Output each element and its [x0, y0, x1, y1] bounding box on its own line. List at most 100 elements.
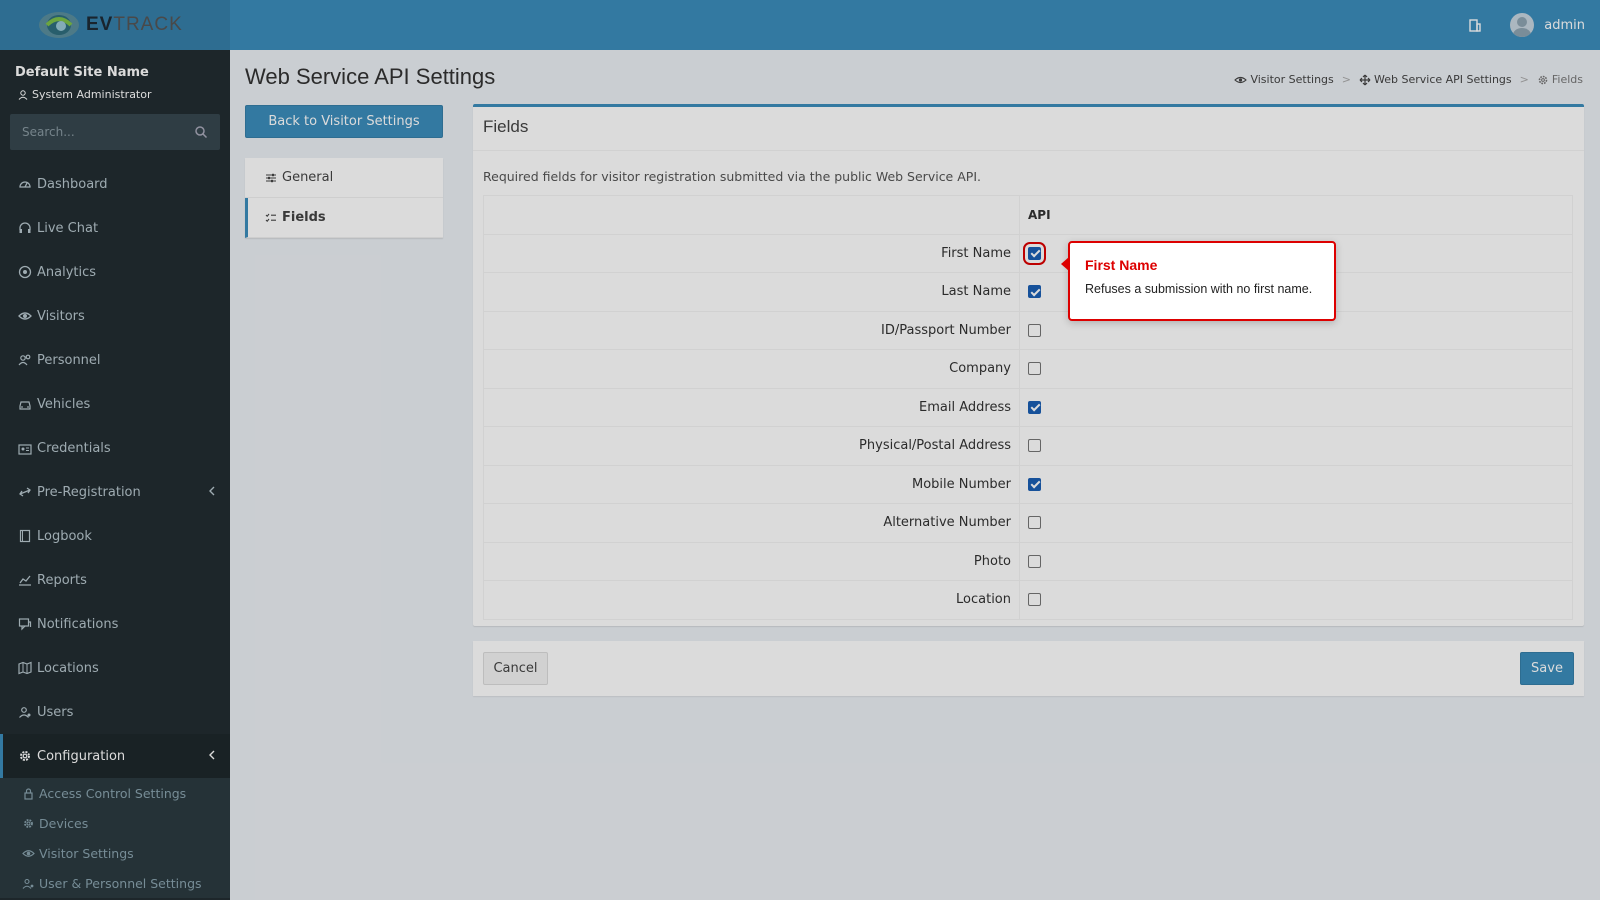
logo-text: EVTRACK — [86, 14, 183, 35]
field-label: Photo — [483, 541, 1020, 581]
search-input[interactable] — [22, 125, 182, 139]
chat-icon — [18, 618, 32, 631]
user-menu[interactable]: admin — [1510, 13, 1585, 37]
save-button[interactable]: Save — [1520, 652, 1574, 685]
table-row: First Name — [483, 233, 1573, 273]
sidebar-item-pre-registration[interactable]: Pre-Registration — [0, 470, 230, 514]
sliders-icon — [266, 173, 276, 182]
sidebar-subitem-devices[interactable]: Devices — [0, 808, 230, 838]
sidebar-item-live-chat[interactable]: Live Chat — [0, 206, 230, 250]
checkbox-location[interactable] — [1028, 593, 1041, 607]
field-label: Company — [483, 349, 1020, 389]
sidebar-menu: Dashboard Live Chat Analytics Visitors P… — [0, 162, 230, 898]
eye-icon — [18, 312, 32, 320]
table-row: Company — [483, 349, 1573, 389]
tooltip-title: First Name — [1085, 257, 1158, 273]
site-name: Default Site Name — [15, 65, 149, 80]
table-row: Mobile Number — [483, 464, 1573, 504]
sidebar-item-users[interactable]: Users — [0, 690, 230, 734]
checkbox-mobile-number[interactable] — [1028, 477, 1041, 491]
tooltip-body: Refuses a submission with no first name. — [1085, 282, 1313, 296]
sidebar-subitem-visitor-settings[interactable]: Visitor Settings — [0, 838, 230, 868]
main-content: Web Service API Settings Visitor Setting… — [230, 50, 1600, 900]
checkbox-physical-postal-address[interactable] — [1028, 439, 1041, 453]
table-row: Alternative Number — [483, 503, 1573, 543]
headset-icon — [19, 222, 31, 233]
user-name: admin — [1544, 17, 1585, 33]
logo[interactable]: EVTRACK — [0, 0, 230, 50]
breadcrumb-fields: Fields — [1537, 73, 1583, 86]
checklist-icon — [265, 213, 276, 222]
sidebar-subitem-user-personnel-settings[interactable]: User & Personnel Settings — [0, 868, 230, 898]
field-label: Mobile Number — [483, 464, 1020, 504]
field-label: Last Name — [483, 272, 1020, 312]
cog-icon — [24, 818, 33, 828]
users-icon — [22, 878, 34, 889]
sidebar-item-locations[interactable]: Locations — [0, 646, 230, 690]
breadcrumb-web-service-api[interactable]: Web Service API Settings — [1359, 73, 1512, 86]
checkbox-email-address[interactable] — [1028, 400, 1041, 414]
dashboard-icon — [19, 181, 31, 188]
back-to-visitor-settings-button[interactable]: Back to Visitor Settings — [245, 105, 443, 138]
target-icon — [18, 265, 32, 279]
users-icon — [18, 354, 31, 366]
checkbox-id-passport-number[interactable] — [1028, 323, 1041, 337]
sidebar: Default Site Name System Administrator D… — [0, 50, 230, 900]
field-label: Email Address — [483, 387, 1020, 427]
sidebar-item-vehicles[interactable]: Vehicles — [0, 382, 230, 426]
table-header-empty — [483, 195, 1020, 235]
sidebar-item-credentials[interactable]: Credentials — [0, 426, 230, 470]
checkbox-first-name[interactable] — [1023, 241, 1046, 265]
table-row: Email Address — [483, 387, 1573, 427]
sidebar-item-personnel[interactable]: Personnel — [0, 338, 230, 382]
sidebar-item-logbook[interactable]: Logbook — [0, 514, 230, 558]
field-label: Location — [483, 580, 1020, 620]
table-row: Physical/Postal Address — [483, 426, 1573, 466]
top-header: EVTRACK admin — [0, 0, 1600, 50]
sidebar-item-dashboard[interactable]: Dashboard — [0, 162, 230, 206]
cancel-button[interactable]: Cancel — [483, 652, 548, 685]
field-tooltip: First Name Refuses a submission with no … — [1061, 241, 1336, 321]
exchange-icon — [19, 487, 31, 497]
sidebar-item-visitors[interactable]: Visitors — [0, 294, 230, 338]
panel-description: Required fields for visitor registration… — [483, 169, 981, 184]
field-label: ID/Passport Number — [483, 310, 1020, 350]
building-icon[interactable] — [1468, 18, 1482, 32]
sidebar-item-analytics[interactable]: Analytics — [0, 250, 230, 294]
checkbox-alternative-number[interactable] — [1028, 516, 1041, 530]
sidebar-subitem-access-control[interactable]: Access Control Settings — [0, 778, 230, 808]
nav-fields[interactable]: Fields — [245, 198, 443, 238]
configuration-submenu: Access Control Settings Devices Visitor … — [0, 778, 230, 898]
fields-table: API First Name Last Name ID/Passport Num… — [483, 195, 1573, 620]
breadcrumb-visitor-settings[interactable]: Visitor Settings — [1234, 73, 1334, 86]
move-icon — [1359, 74, 1371, 85]
sidebar-search — [10, 114, 220, 150]
checkbox-last-name[interactable] — [1028, 285, 1041, 299]
column-header-api: API — [1019, 195, 1573, 235]
car-icon — [19, 401, 31, 410]
form-footer: Cancel Save — [473, 641, 1584, 696]
book-icon — [19, 529, 31, 543]
checkbox-company[interactable] — [1028, 362, 1041, 376]
lock-icon — [24, 787, 33, 800]
avatar — [1510, 13, 1535, 37]
id-card-icon — [18, 444, 32, 455]
sidebar-item-reports[interactable]: Reports — [0, 558, 230, 602]
sidebar-item-configuration[interactable]: Configuration — [0, 734, 230, 778]
user-group-icon — [19, 707, 31, 718]
chevron-left-icon — [209, 750, 215, 760]
field-label: First Name — [483, 233, 1020, 273]
page-title: Web Service API Settings — [245, 64, 496, 89]
table-row: Location — [483, 580, 1573, 620]
logo-mark-icon — [39, 12, 79, 38]
nav-general[interactable]: General — [245, 158, 443, 198]
map-icon — [18, 661, 32, 675]
checkbox-photo[interactable] — [1028, 554, 1041, 568]
panel-title: Fields — [473, 107, 1584, 151]
user-role: System Administrator — [18, 88, 152, 101]
sidebar-item-notifications[interactable]: Notifications — [0, 602, 230, 646]
search-icon[interactable] — [194, 125, 208, 139]
table-row: ID/Passport Number — [483, 310, 1573, 350]
table-row: Last Name — [483, 272, 1573, 312]
gear-icon — [20, 751, 30, 761]
